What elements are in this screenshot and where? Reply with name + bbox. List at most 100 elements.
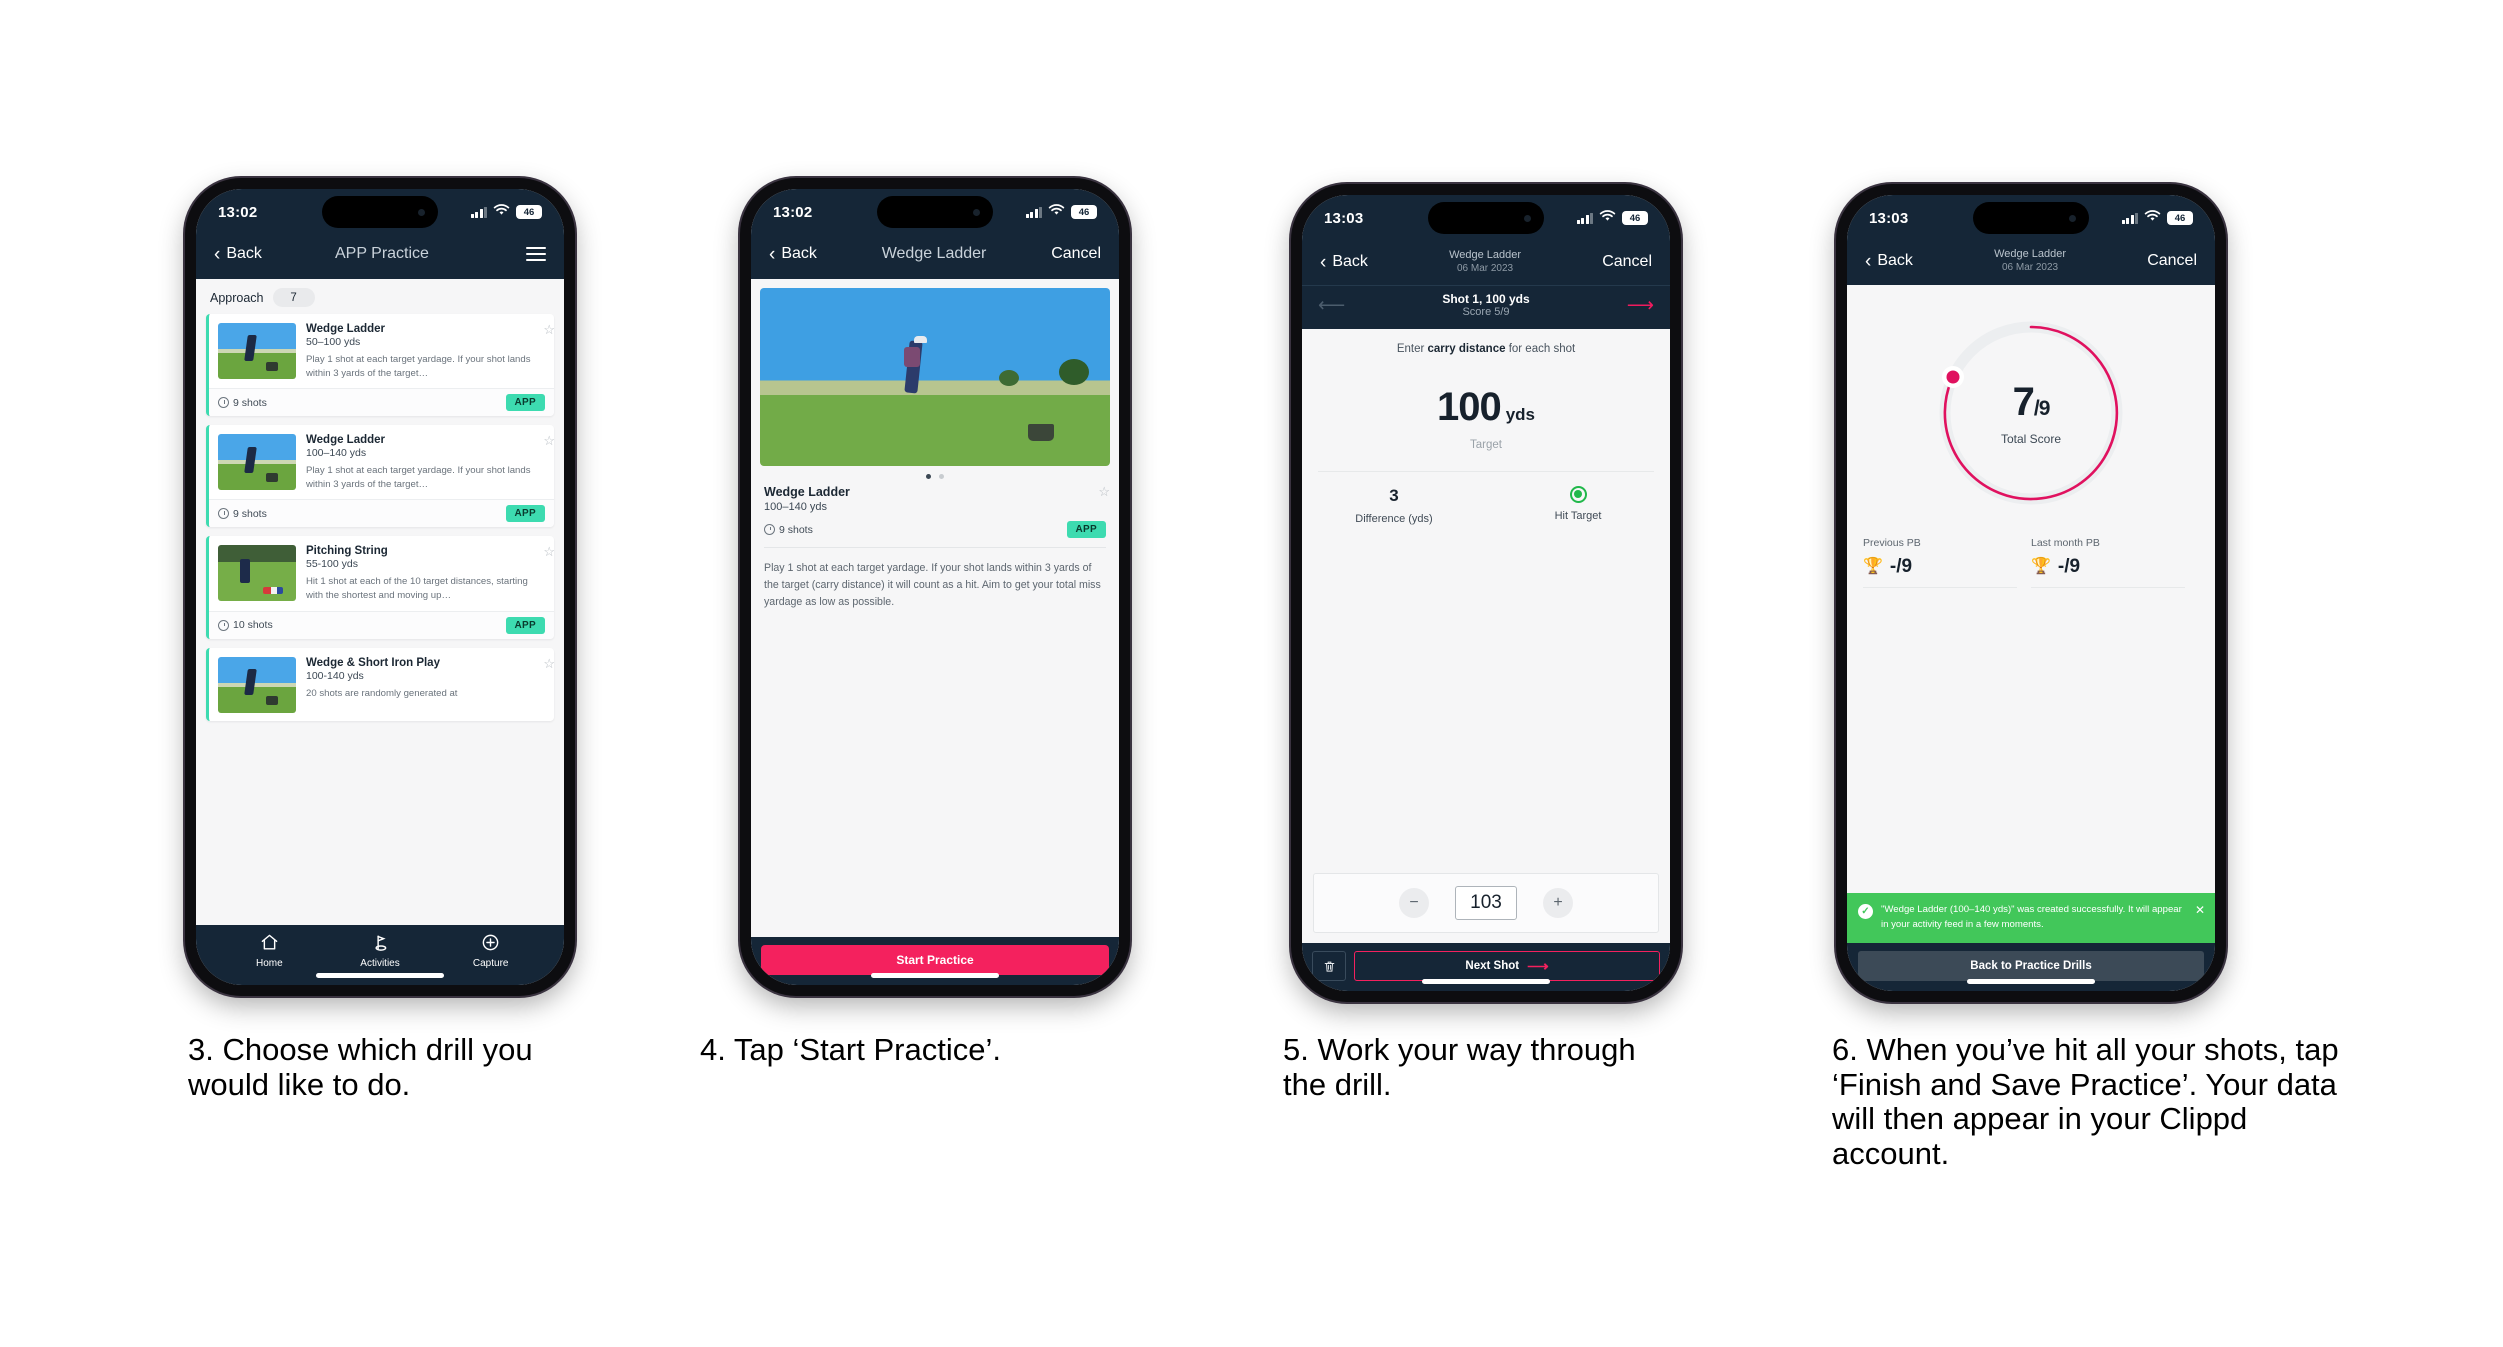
tab-home[interactable]: Home (214, 933, 325, 969)
last-month-pb-label: Last month PB (2031, 537, 2100, 549)
tab-capture[interactable]: Capture (435, 933, 546, 969)
carousel-dot[interactable] (939, 474, 944, 479)
status-indicators: 46 (1576, 209, 1648, 227)
status-bar-1: 13:02 46 (196, 189, 564, 235)
drill-card[interactable]: Pitching String 55-100 yds Hit 1 shot at… (206, 536, 555, 639)
drill-card[interactable]: Wedge Ladder 100–140 yds Play 1 shot at … (206, 425, 555, 528)
cellular-signal-icon (1025, 206, 1042, 218)
drill-description: Hit 1 shot at each of the 10 target dist… (306, 576, 528, 602)
tab-home-label: Home (255, 958, 283, 969)
golf-flag-icon (371, 935, 390, 956)
phone-3-shot-entry: 13:03 46 ‹ Back Wedge Ladder 06 Mar 2023… (1291, 184, 1681, 1002)
back-label: Back (781, 245, 817, 262)
drill-list-body[interactable]: Approach 7 Wedge Ladder 50–100 yds Play … (196, 279, 564, 925)
battery-level: 46 (1071, 205, 1097, 219)
carousel-dots[interactable] (751, 466, 1119, 481)
hint-prefix: Enter (1396, 342, 1428, 355)
back-label: Back (226, 245, 262, 262)
category-badge: APP (505, 394, 545, 412)
phone-1-drill-list: 13:02 46 ‹ Back APP Practice Approach 7 … (185, 178, 575, 996)
last-month-pb-value: -/9 (2057, 556, 2081, 577)
drill-range: 100–140 yds (306, 447, 367, 460)
difference-label: Difference (yds) (1355, 512, 1433, 525)
dynamic-island (1428, 202, 1544, 234)
favourite-star-icon[interactable]: ☆ (543, 434, 555, 447)
home-indicator (871, 973, 999, 978)
status-indicators: 46 (470, 203, 542, 221)
caption-step-3: 3. Choose which drill you would like to … (188, 1032, 533, 1102)
previous-shot-arrow-icon[interactable]: ⟵ (1318, 296, 1345, 315)
tree-shape (1059, 359, 1089, 386)
battery-level: 46 (2167, 211, 2193, 225)
hint-suffix: for each shot (1505, 342, 1576, 355)
drill-title: Wedge Ladder (306, 434, 386, 447)
next-shot-arrow-icon[interactable]: ⟶ (1627, 296, 1654, 315)
next-shot-button[interactable]: Next Shot ⟶ (1354, 951, 1660, 981)
cancel-button[interactable]: Cancel (2147, 252, 2197, 270)
total-score-label: Total Score (2000, 432, 2062, 446)
dynamic-island (877, 196, 993, 228)
status-bar-4: 13:03 46 (1847, 195, 2215, 241)
drill-card[interactable]: Wedge Ladder 50–100 yds Play 1 shot at e… (206, 314, 555, 417)
tab-activities[interactable]: Activities (325, 933, 436, 969)
carry-distance-stepper[interactable]: − 103 + (1313, 873, 1659, 933)
category-badge: APP (505, 616, 545, 634)
carousel-dot-active[interactable] (926, 474, 931, 479)
page-title: Wedge Ladder 06 Mar 2023 (1913, 248, 2147, 273)
cancel-button[interactable]: Cancel (1051, 245, 1101, 263)
drill-description: Play 1 shot at each target yardage. If y… (306, 465, 531, 490)
hint-emphasis: carry distance (1427, 342, 1506, 355)
score-ring: 7/9 Total Score (1933, 315, 2129, 511)
favourite-star-icon[interactable]: ☆ (543, 545, 555, 558)
close-icon[interactable]: ✕ (2195, 904, 2205, 932)
cellular-signal-icon (1576, 212, 1593, 224)
back-button[interactable]: ‹ Back (1865, 252, 1913, 271)
carry-distance-input[interactable]: 103 (1455, 886, 1517, 920)
target-label: Target (1470, 438, 1502, 451)
drill-description: Play 1 shot at each target yardage. If y… (306, 354, 531, 379)
nav-bar-3: ‹ Back Wedge Ladder 06 Mar 2023 Cancel (1302, 241, 1670, 285)
cellular-signal-icon (2121, 212, 2138, 224)
wifi-icon (493, 203, 510, 221)
hamburger-icon[interactable] (526, 246, 546, 262)
back-label: Back (1877, 252, 1913, 269)
category-badge: APP (1066, 521, 1106, 538)
decrement-button[interactable]: − (1399, 888, 1429, 918)
nav-bar-4: ‹ Back Wedge Ladder 06 Mar 2023 Cancel (1847, 241, 2215, 285)
battery-level: 46 (516, 205, 542, 219)
start-practice-button[interactable]: Start Practice (761, 945, 1109, 975)
back-to-practice-drills-button[interactable]: Back to Practice Drills (1858, 951, 2204, 981)
previous-pb-value: -/9 (1889, 556, 1913, 577)
plus-circle-icon (481, 934, 500, 956)
drill-shots: 10 shots (218, 619, 273, 631)
toast-message: "Wedge Ladder (100–140 yds)" was created… (1881, 904, 2182, 930)
back-button[interactable]: ‹ Back (214, 245, 262, 264)
caption-step-6: 6. When you’ve hit all your shots, tap ‘… (1832, 1032, 2339, 1172)
back-button[interactable]: ‹ Back (1320, 253, 1368, 272)
previous-pb: Previous PB 🏆 -/9 (1863, 537, 2031, 588)
chevron-left-icon: ‹ (1865, 250, 1872, 272)
difference-stat: 3 Difference (yds) (1302, 486, 1486, 525)
back-button[interactable]: ‹ Back (769, 245, 817, 264)
front-camera-icon (2069, 214, 2076, 222)
screen-2: 13:02 46 ‹ Back Wedge Ladder Cancel Wedg… (751, 189, 1119, 985)
section-header-approach: Approach 7 (196, 279, 564, 314)
cancel-button[interactable]: Cancel (1602, 253, 1652, 271)
drill-range: 55-100 yds (306, 558, 358, 571)
favourite-star-icon[interactable]: ☆ (543, 657, 555, 670)
section-count-badge: 7 (272, 288, 315, 307)
drill-shots: 9 shots (218, 397, 267, 409)
status-bar-3: 13:03 46 (1302, 195, 1670, 241)
last-month-pb: Last month PB 🏆 -/9 (2031, 537, 2199, 588)
status-bar-2: 13:02 46 (751, 189, 1119, 235)
favourite-star-icon[interactable]: ☆ (1098, 485, 1110, 498)
tree-shape (999, 369, 1019, 386)
increment-button[interactable]: + (1543, 888, 1573, 918)
drill-card[interactable]: Wedge & Short Iron Play 100-140 yds 20 s… (206, 647, 555, 721)
drill-shots: 9 shots (218, 508, 267, 520)
nav-title-date: 06 Mar 2023 (2001, 262, 2059, 274)
favourite-star-icon[interactable]: ☆ (543, 323, 555, 336)
difference-value: 3 (1389, 485, 1399, 505)
wifi-icon (1599, 209, 1616, 227)
trash-icon[interactable] (1312, 951, 1346, 981)
